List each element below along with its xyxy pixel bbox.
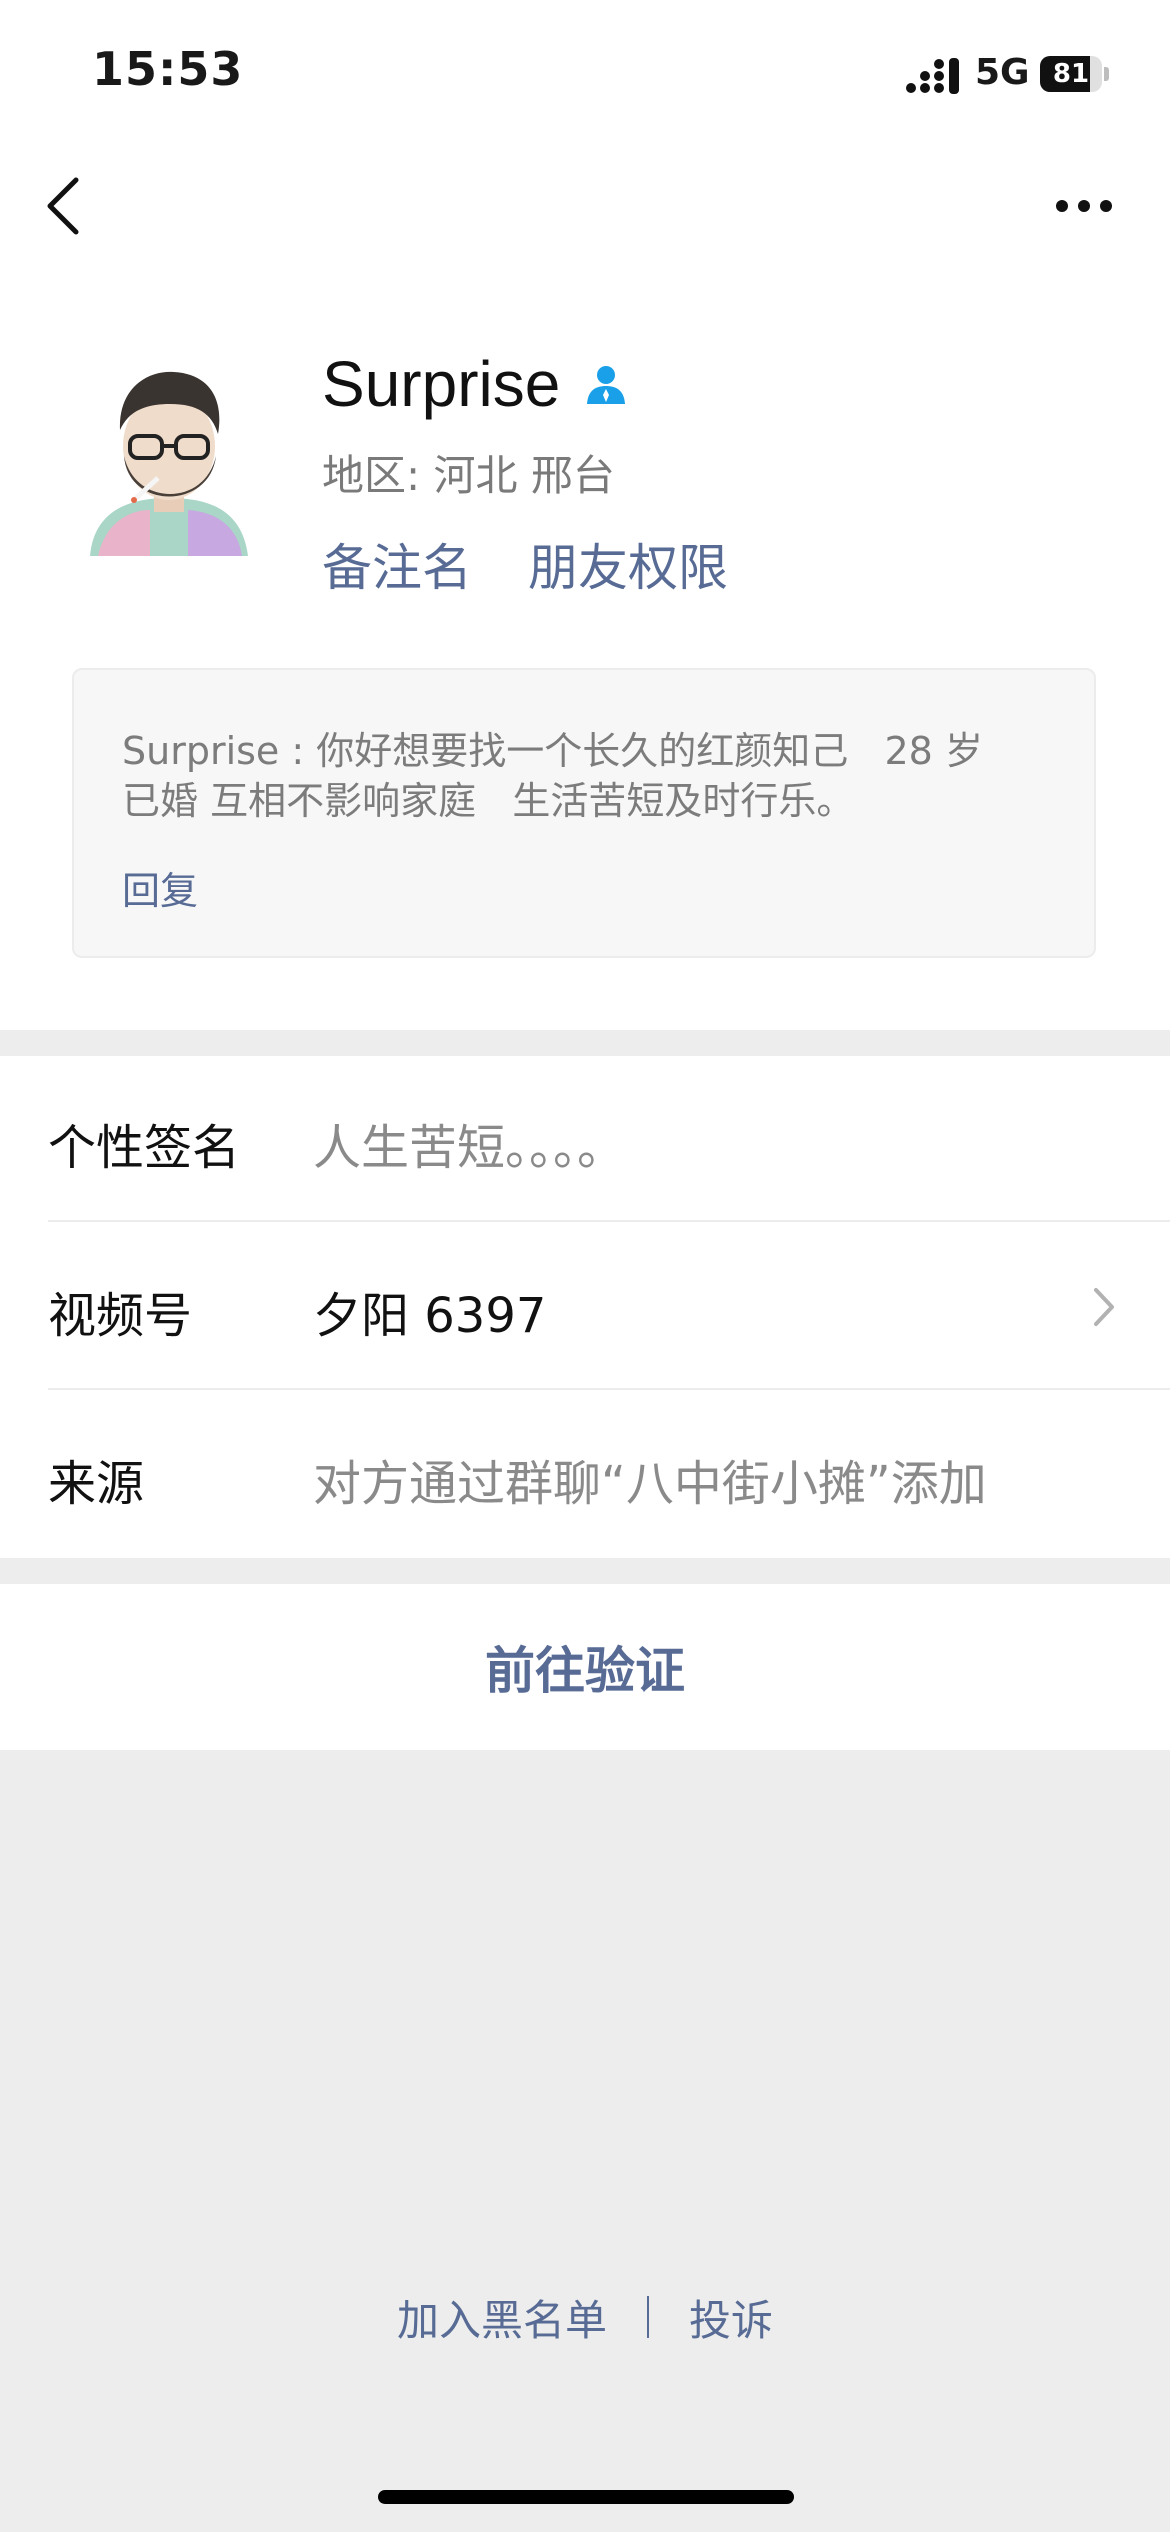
battery-icon: 81 xyxy=(1040,56,1110,92)
profile-region: 地区: 河北 邢台 xyxy=(322,451,615,500)
channels-label: 视频号 xyxy=(48,1288,193,1344)
signature-row: 个性签名 人生苦短。。。。 xyxy=(48,1056,1170,1222)
source-value: 对方通过群聊“八中街小摊”添加 xyxy=(313,1456,987,1512)
channels-row[interactable]: 视频号 夕阳 6397 xyxy=(48,1224,1170,1390)
add-to-blacklist-link[interactable]: 加入黑名单 xyxy=(397,2287,607,2348)
go-verify-button[interactable]: 前往验证 xyxy=(0,1584,1170,1750)
channels-value: 夕阳 6397 xyxy=(313,1288,547,1344)
remark-name-link[interactable]: 备注名 xyxy=(322,528,472,600)
status-time: 15:53 xyxy=(92,42,244,96)
profile-actions: 备注名 朋友权限 xyxy=(322,528,728,600)
divider xyxy=(48,1220,1170,1222)
profile-header: 15:53 5G 81 Surprise 地区: 河北 邢台 备注名 朋友权限 … xyxy=(0,0,1170,1030)
friend-permissions-link[interactable]: 朋友权限 xyxy=(528,528,728,600)
verification-message-text: Surprise : 你好想要找一个长久的红颜知己 28 岁 已婚 互相不影响家… xyxy=(122,729,983,823)
source-row: 来源 对方通过群聊“八中街小摊”添加 xyxy=(48,1392,1170,1558)
more-dots-icon[interactable] xyxy=(1052,184,1116,228)
source-label: 来源 xyxy=(48,1456,145,1512)
battery-percent: 81 xyxy=(1052,59,1090,89)
report-link[interactable]: 投诉 xyxy=(689,2287,773,2348)
network-type: 5G xyxy=(975,52,1030,93)
info-list: 个性签名 人生苦短。。。。 视频号 夕阳 6397 来源 对方通过群聊“八中街小… xyxy=(0,1056,1170,1558)
home-indicator[interactable] xyxy=(378,2490,794,2504)
user-icon xyxy=(587,366,626,404)
footer-actions: 加入黑名单 投诉 xyxy=(0,2282,1170,2352)
signature-value: 人生苦短。。。。 xyxy=(313,1120,626,1176)
reply-link[interactable]: 回复 xyxy=(122,860,198,915)
cellular-signal-icon xyxy=(906,58,959,94)
signature-label: 个性签名 xyxy=(48,1120,241,1176)
profile-name-row: Surprise xyxy=(322,348,628,420)
divider xyxy=(48,1388,1170,1390)
footer-divider xyxy=(647,2296,649,2338)
chevron-left-icon[interactable] xyxy=(38,172,94,240)
go-verify-label: 前往验证 xyxy=(485,1642,685,1700)
chevron-right-icon xyxy=(1094,1288,1114,1326)
avatar[interactable] xyxy=(70,360,266,556)
profile-name: Surprise xyxy=(322,348,561,420)
verification-message-card: Surprise : 你好想要找一个长久的红颜知己 28 岁 已婚 互相不影响家… xyxy=(72,668,1096,958)
